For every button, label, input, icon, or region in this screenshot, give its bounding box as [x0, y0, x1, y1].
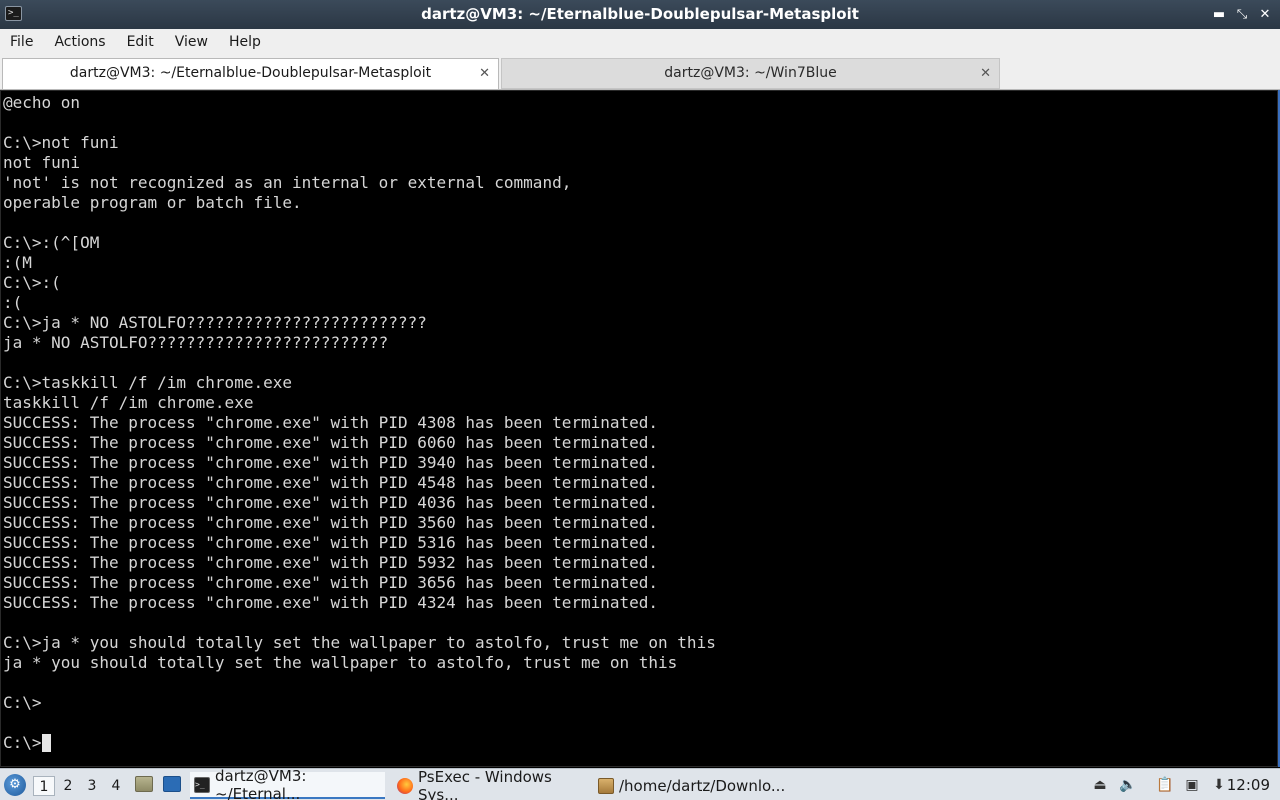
archive-icon: [598, 777, 614, 794]
menu-edit[interactable]: Edit: [117, 29, 165, 56]
terminal-line: C:\>ja * NO ASTOLFO?????????????????????…: [3, 313, 427, 332]
terminal-line: SUCCESS: The process "chrome.exe" with P…: [3, 453, 659, 472]
terminal-line: SUCCESS: The process "chrome.exe" with P…: [3, 573, 659, 592]
terminal-line: not funi: [3, 153, 81, 172]
window-controls: ▬ ⤡ ✕: [1212, 0, 1272, 29]
terminal-line: ja * NO ASTOLFO?????????????????????????: [3, 333, 389, 352]
tab-eternalblue[interactable]: dartz@VM3: ~/Eternalblue-Doublepulsar-Me…: [2, 58, 499, 89]
menu-file[interactable]: File: [0, 29, 44, 56]
terminal-line: SUCCESS: The process "chrome.exe" with P…: [3, 593, 659, 612]
menu-help[interactable]: Help: [219, 29, 272, 56]
tab-bar: dartz@VM3: ~/Eternalblue-Doublepulsar-Me…: [0, 56, 1280, 90]
terminal-line: :(: [3, 293, 23, 312]
terminal-line: C:\>not funi: [3, 133, 119, 152]
task-label: PsExec - Windows Sys...: [418, 767, 552, 800]
terminal-line: C:\>: [3, 693, 42, 712]
terminal-line: operable program or batch file.: [3, 193, 302, 212]
task-label: dartz@VM3: ~/Eternal...: [215, 766, 307, 800]
firefox-icon: [397, 777, 413, 794]
terminal-line: SUCCESS: The process "chrome.exe" with P…: [3, 553, 659, 572]
volume-icon[interactable]: 🔈: [1119, 776, 1137, 794]
desktop-4-button[interactable]: 4: [105, 776, 127, 796]
menu-bar: File Actions Edit View Help: [0, 29, 1280, 56]
terminal-line: C:\>:(: [3, 273, 61, 292]
tab-close-icon[interactable]: ✕: [980, 59, 991, 88]
window-title-bar[interactable]: >_ dartz@VM3: ~/Eternalblue-Doublepulsar…: [0, 0, 1280, 29]
terminal-line: 'not' is not recognized as an internal o…: [3, 173, 572, 192]
terminal-line: taskkill /f /im chrome.exe: [3, 393, 254, 412]
terminal-line: SUCCESS: The process "chrome.exe" with P…: [3, 413, 659, 432]
window-title: dartz@VM3: ~/Eternalblue-Doublepulsar-Me…: [421, 5, 859, 23]
update-icon[interactable]: ⬇: [1210, 776, 1228, 794]
clock[interactable]: 12:09: [1227, 769, 1270, 800]
start-menu-icon[interactable]: ⚙: [4, 774, 26, 796]
tab-win7blue[interactable]: dartz@VM3: ~/Win7Blue ✕: [501, 58, 1000, 89]
eject-icon[interactable]: ⏏: [1091, 776, 1109, 794]
terminal-line: :(M: [3, 253, 32, 272]
terminal-line: @echo on: [3, 93, 81, 112]
minimize-button[interactable]: ▬: [1212, 7, 1226, 22]
taskbar: ⚙ 1 2 3 4 >_ dartz@VM3: ~/Eternal... PsE…: [0, 767, 1280, 800]
terminal-line: C:\>taskkill /f /im chrome.exe: [3, 373, 292, 392]
terminal-cursor: [41, 734, 51, 752]
desktop-1-button[interactable]: 1: [33, 776, 55, 796]
desktop-3-button[interactable]: 3: [81, 776, 103, 796]
tab-close-icon[interactable]: ✕: [479, 59, 490, 88]
close-button[interactable]: ✕: [1258, 7, 1272, 22]
task-archive[interactable]: /home/dartz/Downlo...: [594, 772, 789, 799]
task-terminal[interactable]: >_ dartz@VM3: ~/Eternal...: [190, 767, 385, 800]
network-icon[interactable]: ▣: [1183, 776, 1201, 794]
terminal-output[interactable]: @echo on C:\>not funi not funi'not' is not…: [0, 90, 1278, 767]
menu-view[interactable]: View: [165, 29, 219, 56]
clipboard-icon[interactable]: 📋: [1156, 776, 1174, 794]
desktop-2-button[interactable]: 2: [57, 776, 79, 796]
terminal-line: SUCCESS: The process "chrome.exe" with P…: [3, 533, 659, 552]
task-label: /home/dartz/Downlo...: [619, 776, 786, 795]
terminal-line: SUCCESS: The process "chrome.exe" with P…: [3, 473, 659, 492]
task-firefox[interactable]: PsExec - Windows Sys...: [393, 768, 588, 800]
file-manager-icon[interactable]: [135, 776, 153, 792]
maximize-button[interactable]: ⤡: [1235, 7, 1249, 22]
tab-label: dartz@VM3: ~/Eternalblue-Doublepulsar-Me…: [69, 65, 432, 81]
terminal-line: ja * you should totally set the wallpape…: [3, 653, 678, 672]
menu-actions[interactable]: Actions: [44, 29, 116, 56]
terminal-line: C:\>:(^[OM: [3, 233, 100, 252]
terminal-line: SUCCESS: The process "chrome.exe" with P…: [3, 513, 659, 532]
terminal-line: C:\>ja * you should totally set the wall…: [3, 633, 716, 652]
terminal-line: C:\>: [3, 733, 1277, 753]
terminal-line: SUCCESS: The process "chrome.exe" with P…: [3, 493, 659, 512]
terminal-line: SUCCESS: The process "chrome.exe" with P…: [3, 433, 659, 452]
terminal-icon: >_: [194, 776, 210, 793]
show-desktop-icon[interactable]: [163, 776, 181, 792]
tab-label: dartz@VM3: ~/Win7Blue: [664, 65, 837, 81]
